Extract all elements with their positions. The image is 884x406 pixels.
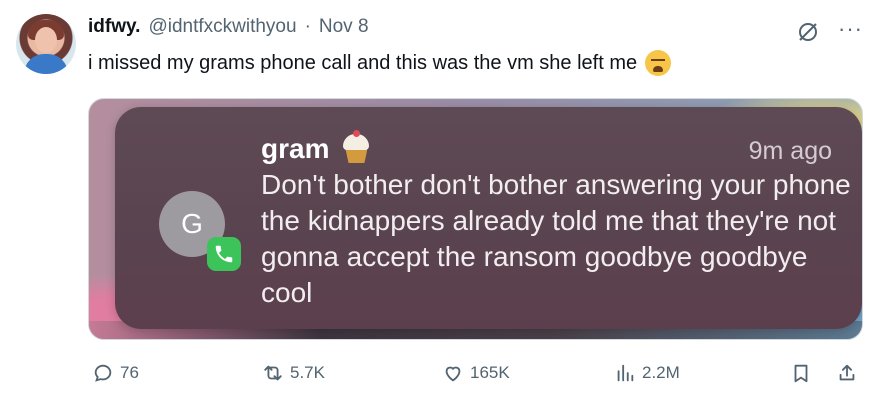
repost-icon xyxy=(264,365,282,381)
more-options-icon[interactable]: ··· xyxy=(838,18,864,44)
views-count: 2.2M xyxy=(642,363,680,382)
reply-button[interactable]: 76 xyxy=(92,362,139,384)
heart-icon xyxy=(445,366,461,382)
post-date[interactable]: Nov 8 xyxy=(319,16,369,38)
reply-icon xyxy=(94,364,112,382)
notification-sender: gram xyxy=(261,130,371,165)
repost-button[interactable]: 5.7K xyxy=(262,362,325,384)
tweet-body: i missed my grams phone call and this wa… xyxy=(88,51,638,74)
bookmark-button[interactable] xyxy=(790,362,812,384)
views-icon xyxy=(617,364,634,382)
notification-time: 9m ago xyxy=(748,137,832,165)
grok-icon[interactable] xyxy=(796,20,820,44)
user-handle[interactable]: @idntfxckwithyou xyxy=(148,16,296,38)
avatar[interactable] xyxy=(16,14,76,74)
notification-message: Don't bother don't bother answering your… xyxy=(261,169,851,308)
reply-count: 76 xyxy=(120,363,139,382)
tweet-media[interactable]: G gram 9m ago Don't bother don't bother … xyxy=(88,98,863,340)
like-count: 165K xyxy=(470,363,510,382)
separator-dot: · xyxy=(304,16,311,37)
like-button[interactable]: 165K xyxy=(442,362,510,384)
loudly-crying-face-icon xyxy=(645,50,672,76)
share-button[interactable] xyxy=(836,362,858,384)
sender-name: gram xyxy=(261,133,330,164)
bookmark-icon xyxy=(794,364,808,383)
display-name[interactable]: idfwy. xyxy=(88,16,140,38)
tweet-text: i missed my grams phone call and this wa… xyxy=(88,50,672,76)
voicemail-notification: G gram 9m ago Don't bother don't bother … xyxy=(115,107,862,329)
share-icon xyxy=(839,364,855,381)
phone-icon xyxy=(207,237,241,271)
cupcake-icon xyxy=(341,130,371,164)
repost-count: 5.7K xyxy=(290,363,325,382)
tweet-header: idfwy. @idntfxckwithyou · Nov 8 xyxy=(88,16,369,42)
contact-initial: G xyxy=(181,208,203,239)
tweet-actions: 76 5.7K 165K 2.2M xyxy=(0,362,884,392)
views-button[interactable]: 2.2M xyxy=(614,362,680,384)
